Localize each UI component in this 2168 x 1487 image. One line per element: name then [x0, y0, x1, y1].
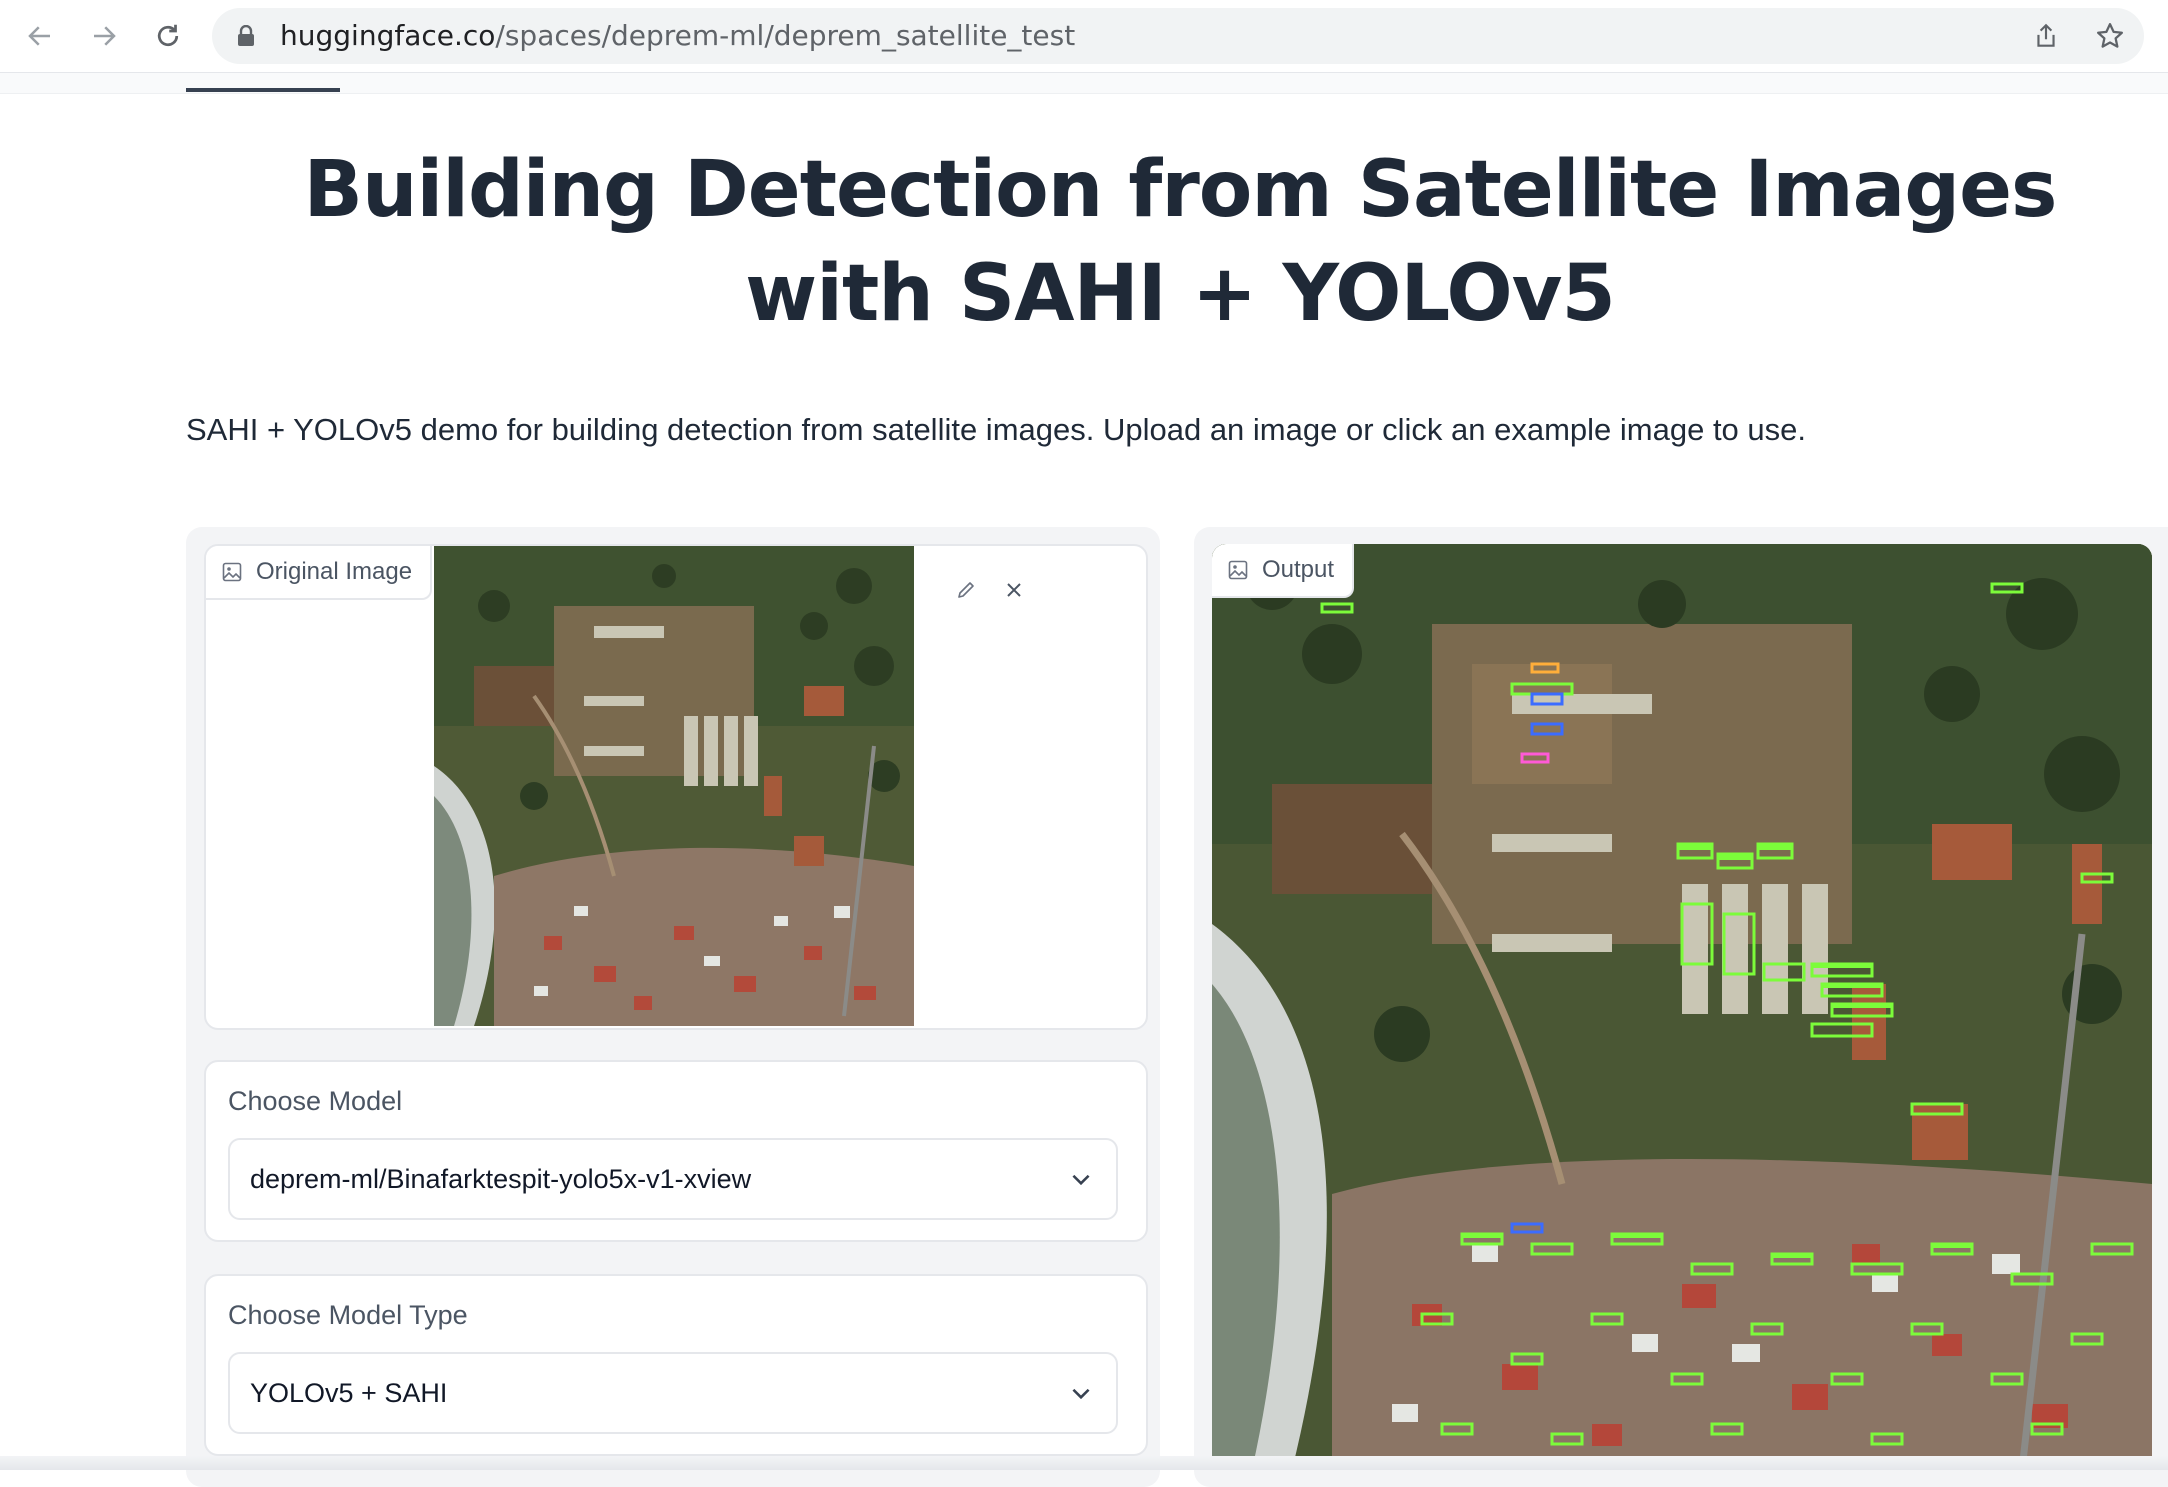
output-image-label-text: Output	[1262, 556, 1335, 583]
url-host: huggingface.co	[280, 19, 496, 52]
window-bottom-edge	[0, 1456, 2168, 1470]
share-icon	[2037, 23, 2055, 47]
original-image-label: Original Image	[206, 546, 433, 600]
url-text: huggingface.co/spaces/deprem-ml/deprem_s…	[280, 8, 1075, 64]
output-image-container: Output	[1212, 544, 2152, 1470]
page-description: SAHI + YOLOv5 demo for building detectio…	[186, 412, 1807, 447]
satellite-thumbnail	[434, 546, 914, 1026]
lock-icon	[238, 25, 254, 46]
browser-toolbar: huggingface.co/spaces/deprem-ml/deprem_s…	[0, 0, 2168, 73]
address-bar[interactable]: huggingface.co/spaces/deprem-ml/deprem_s…	[212, 8, 2144, 64]
bookmark-button[interactable]	[2094, 20, 2126, 52]
choose-model-dropdown[interactable]: deprem-ml/Binafarktespit-yolo5x-v1-xview	[228, 1138, 1118, 1220]
choose-model-type-value: YOLOv5 + SAHI	[250, 1378, 448, 1408]
choose-model-type-dropdown[interactable]: YOLOv5 + SAHI	[228, 1352, 1118, 1434]
forward-arrow-icon	[94, 26, 116, 46]
reload-button[interactable]	[146, 14, 190, 58]
clear-image-button[interactable]	[992, 568, 1036, 612]
edit-image-button[interactable]	[944, 568, 988, 612]
image-icon	[1228, 560, 1248, 580]
output-satellite-image	[1212, 544, 2152, 1470]
chevron-down-icon	[1072, 1388, 1090, 1400]
forward-button[interactable]	[82, 14, 126, 58]
image-icon	[222, 562, 242, 582]
choose-model-type-field: Choose Model Type YOLOv5 + SAHI	[204, 1274, 1148, 1456]
chevron-down-icon	[1072, 1174, 1090, 1186]
star-icon	[2097, 23, 2123, 48]
original-image-label-text: Original Image	[256, 558, 413, 585]
back-arrow-icon	[28, 26, 50, 46]
page-title: Building Detection from Satellite Images…	[303, 145, 2058, 339]
pencil-icon	[958, 582, 974, 598]
close-icon	[1007, 583, 1021, 597]
back-button[interactable]	[18, 14, 62, 58]
original-satellite-image	[434, 546, 914, 1026]
choose-model-field: Choose Model deprem-ml/Binafarktespit-yo…	[204, 1060, 1148, 1242]
choose-model-value: deprem-ml/Binafarktespit-yolo5x-v1-xview	[250, 1164, 752, 1194]
output-image-label: Output	[1212, 544, 1355, 598]
active-tab-indicator	[186, 88, 340, 92]
choose-model-label: Choose Model	[228, 1086, 403, 1116]
share-button[interactable]	[2030, 20, 2062, 52]
choose-model-type-label: Choose Model Type	[228, 1300, 468, 1330]
original-image-upload[interactable]: Original Image	[204, 544, 1148, 1030]
reload-icon	[157, 24, 179, 47]
url-path: /spaces/deprem-ml/deprem_satellite_test	[495, 19, 1076, 52]
